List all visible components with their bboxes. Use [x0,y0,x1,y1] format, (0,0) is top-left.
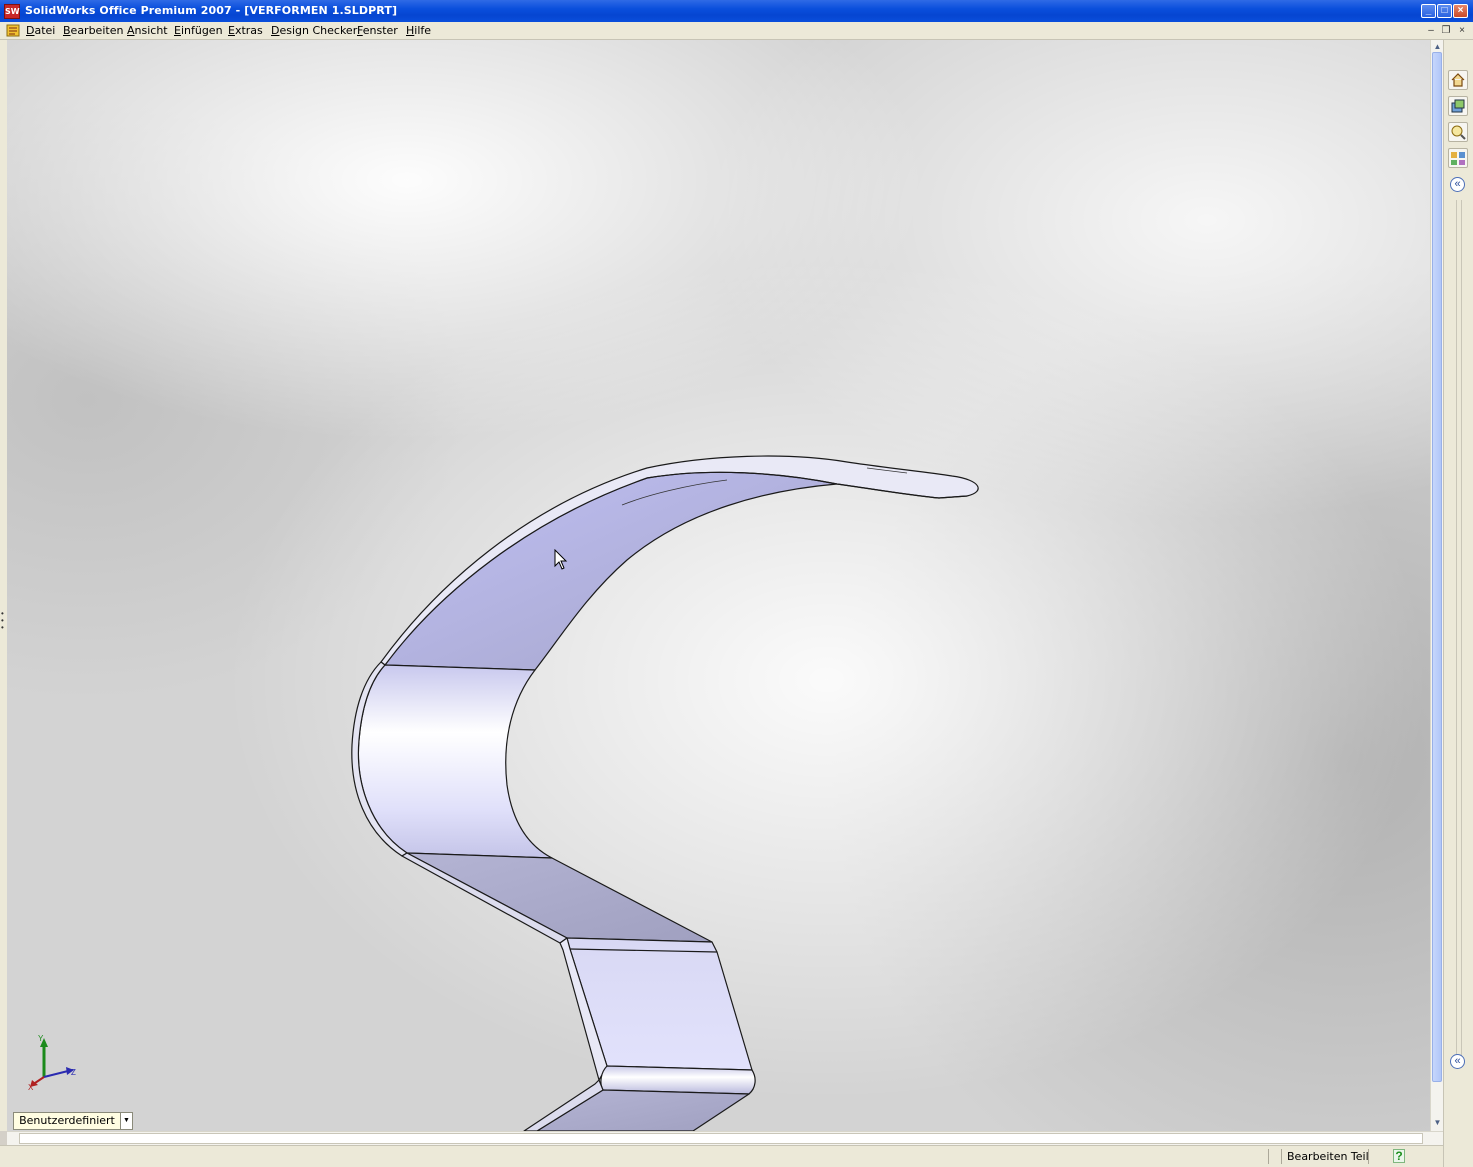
task-pane-expand-icon[interactable]: « [1450,1054,1465,1069]
graphics-area[interactable] [7,40,1430,1131]
scroll-up-arrow-icon[interactable]: ▲ [1432,41,1443,52]
menu-hilfe[interactable]: Hilfe [406,24,431,37]
menu-einfuegen[interactable]: Einfügen [174,24,223,37]
menu-fenster[interactable]: Fenster [357,24,398,37]
close-button[interactable]: × [1453,4,1468,18]
solidworks-app-icon[interactable]: SW [4,4,20,19]
document-close-button[interactable]: × [1456,25,1468,36]
view-palette-icon[interactable] [1448,148,1468,168]
document-restore-button[interactable]: ❐ [1440,25,1452,36]
triad-x-label: X [28,1083,34,1091]
status-mode: Bearbeiten Teil [1287,1150,1369,1163]
splitter-handle-icon[interactable]: • • • [1,610,6,634]
menu-bar: Datei Bearbeiten Ansicht Einfügen Extras… [0,22,1473,40]
status-separator [1281,1149,1282,1164]
reference-triad-icon: Y Z X [28,1034,76,1091]
design-library-icon[interactable] [1448,96,1468,116]
menu-ansicht[interactable]: Ansicht [127,24,168,37]
scroll-down-arrow-icon[interactable]: ▼ [1432,1117,1443,1128]
vertical-scrollbar[interactable]: ▲ ▼ [1430,40,1443,1131]
status-bar: Bearbeiten Teil ? [0,1145,1443,1167]
window-title: SolidWorks Office Premium 2007 - [VERFOR… [25,4,398,17]
title-bar: SW SolidWorks Office Premium 2007 - [VER… [0,0,1473,22]
triad-z-label: Z [71,1068,76,1077]
horizontal-scrollbar[interactable] [7,1131,1443,1145]
file-explorer-icon[interactable] [1448,122,1468,142]
menu-bearbeiten[interactable]: Bearbeiten [63,24,123,37]
dropdown-arrow-icon[interactable]: ▼ [121,1112,133,1130]
quick-tips-help-icon[interactable]: ? [1393,1149,1405,1163]
status-separator [1368,1149,1369,1164]
task-pane-rail [1456,200,1462,1060]
sheet-metal-part-model[interactable] [7,40,1430,1131]
home-icon[interactable] [1448,70,1468,90]
document-minimize-button[interactable]: – [1425,25,1437,36]
vertical-scroll-thumb[interactable] [1432,52,1442,1082]
horizontal-scroll-thumb[interactable] [19,1133,1423,1144]
mouse-cursor-icon [554,549,568,570]
menu-extras[interactable]: Extras [228,24,263,37]
minimize-button[interactable]: _ [1421,4,1436,18]
maximize-button[interactable]: □ [1437,4,1452,18]
solidworks-logo-icon[interactable] [6,24,20,37]
triad-y-label: Y [38,1034,44,1043]
view-orientation-dropdown[interactable]: Benutzerdefiniert [13,1112,121,1130]
task-pane: « « [1443,40,1473,1167]
feature-manager-collapsed-edge: • • • [0,40,7,1131]
status-separator [1268,1149,1269,1164]
task-pane-collapse-icon[interactable]: « [1450,177,1465,192]
menu-design-checker[interactable]: Design Checker [271,24,357,37]
menu-datei[interactable]: Datei [26,24,55,37]
